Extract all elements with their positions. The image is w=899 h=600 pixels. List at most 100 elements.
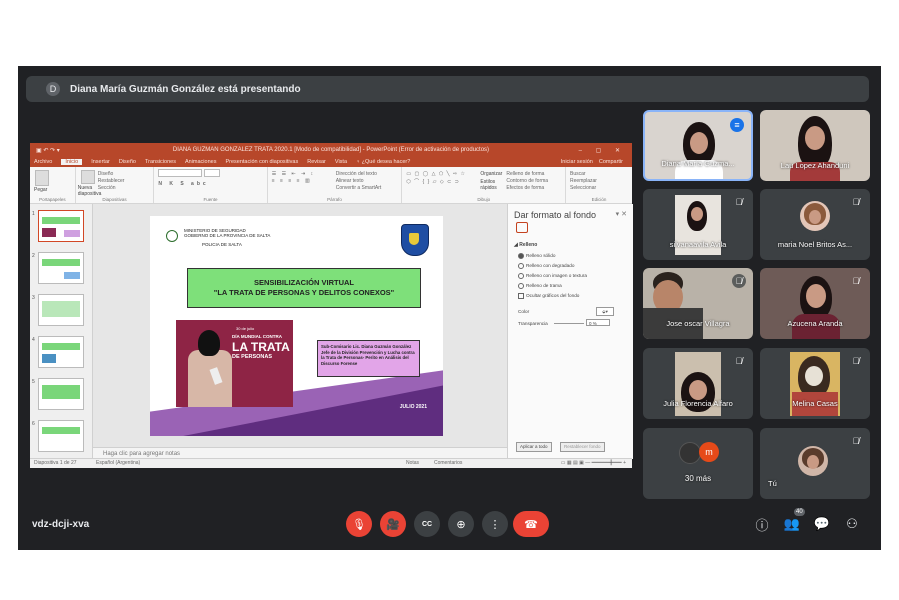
notes-button[interactable]: Notas [406, 459, 419, 468]
more-options-button[interactable]: ⋮ [482, 511, 508, 537]
paste-button[interactable]: Pegar [34, 187, 71, 193]
reset-background-button[interactable]: Restablecer fondo [560, 442, 605, 452]
transparency-input[interactable]: 0 % [586, 319, 610, 326]
participant-face [809, 210, 821, 224]
window-controls[interactable]: – ▢ ✕ [579, 147, 626, 154]
tab-presentacion[interactable]: Presentación con diapositivas [225, 159, 298, 165]
participant-avatar [679, 442, 701, 464]
sign-in-link[interactable]: Iniciar sesión [561, 159, 593, 165]
talking-indicator-icon: ≡ [730, 118, 744, 132]
tab-diseno[interactable]: Diseño [119, 159, 136, 165]
participant-tile[interactable]: 🎙̸ Melina Casas [760, 348, 870, 419]
leave-call-button[interactable]: ☎ [513, 511, 549, 537]
font-format-buttons[interactable]: N K S abc [158, 181, 262, 187]
quick-styles-button[interactable]: Estilos rápidos [480, 179, 496, 191]
meeting-code[interactable]: vdz-dcji-xva [32, 519, 89, 530]
slide-thumbnail[interactable]: 2 [32, 252, 84, 284]
text-direction-button[interactable]: Dirección del texto [336, 171, 382, 177]
checkbox-icon[interactable] [518, 293, 524, 299]
smartart-button[interactable]: Convertir a SmartArt [336, 185, 382, 191]
new-slide-icon[interactable] [80, 170, 95, 184]
organize-button[interactable]: Organizar [480, 171, 502, 177]
mic-off-button[interactable]: 🎙 [346, 511, 372, 537]
view-zoom-controls[interactable]: ▭ ▦ ▤ ▣ — ━━━━━━╋━━━ + [561, 459, 626, 468]
font-name-box[interactable] [158, 169, 203, 177]
replace-button[interactable]: Reemplazar [570, 178, 628, 184]
reset-button[interactable]: Restablecer [98, 178, 125, 184]
find-button[interactable]: Buscar [570, 171, 628, 177]
option-solid-fill[interactable]: Relleno sólido [518, 253, 555, 259]
chat-button[interactable]: 💬 [814, 516, 830, 532]
language-indicator[interactable]: Español (Argentina) [96, 459, 140, 468]
captions-button[interactable]: CC [414, 511, 440, 537]
participant-tile[interactable]: 🎙̸ silvanaavila Avila [643, 189, 753, 260]
paint-bucket-icon[interactable] [516, 222, 528, 233]
layout-button[interactable]: Diseño [98, 171, 125, 177]
participant-face [690, 132, 708, 154]
participant-avatar-initial: m [699, 442, 719, 462]
pane-close-icon[interactable]: ▾ ✕ [616, 210, 627, 218]
pane-title: Dar formato al fondo [514, 210, 597, 220]
option-gradient-fill[interactable]: Relleno con degradado [518, 263, 574, 269]
section-button[interactable]: Sección [98, 185, 125, 191]
option-hide-graphics[interactable]: Ocultar gráficos del fondo [518, 293, 579, 299]
slide-thumbnail[interactable]: 4 [32, 336, 84, 368]
group-label-font: Fuente [203, 197, 218, 202]
presenter-avatar: D [46, 82, 60, 96]
tab-vista[interactable]: Vista [335, 159, 347, 165]
radio-icon[interactable] [518, 283, 524, 289]
tab-transiciones[interactable]: Transiciones [145, 159, 176, 165]
self-tile[interactable]: 🎙̸ Tú [760, 428, 870, 499]
current-slide[interactable]: MINISTERIO DE SEGURIDAD GOBIERNO DE LA P… [150, 216, 443, 436]
tab-insertar[interactable]: Insertar [91, 159, 110, 165]
participant-face [806, 284, 826, 308]
slide-thumbnail[interactable]: 1 [32, 210, 84, 242]
apply-to-all-button[interactable]: Aplicar a todo [516, 442, 552, 452]
camera-off-button[interactable]: 🎥 [380, 511, 406, 537]
transparency-label: Transparencia [518, 321, 548, 326]
tell-me-search[interactable]: ♀ ¿Qué desea hacer? [356, 159, 410, 165]
slide-thumbnail[interactable]: 6 [32, 420, 84, 452]
present-button[interactable]: ⊕ [448, 511, 474, 537]
transparency-slider[interactable] [554, 323, 584, 324]
meeting-info-button[interactable]: ⓘ [754, 516, 770, 533]
people-button[interactable]: 👥 [784, 516, 800, 532]
participant-tile[interactable]: 🎙̸ Jose oscar Villagra [643, 268, 753, 339]
participant-tile[interactable]: 🎙̸ Julia Florencia Alfaro [643, 348, 753, 419]
select-button[interactable]: Seleccionar [570, 185, 628, 191]
slide-thumbnail[interactable]: 3 [32, 294, 84, 326]
comments-button[interactable]: Comentarios [434, 459, 462, 468]
slide-thumbnail[interactable]: 5 [32, 378, 84, 410]
shape-outline-button[interactable]: Contorno de forma [506, 178, 548, 184]
align-text-button[interactable]: Alinear texto [336, 178, 382, 184]
police-text: POLICIA DE SALTA [202, 242, 242, 247]
participant-tile[interactable]: ≡ Diana María Guzma... [643, 110, 753, 181]
tab-animaciones[interactable]: Animaciones [185, 159, 217, 165]
shape-fill-button[interactable]: Relleno de forma [506, 171, 548, 177]
participant-tile[interactable]: 🎙̸ maria Noel Britos As... [760, 189, 870, 260]
more-participants-count: 30 más [684, 474, 712, 483]
activities-button[interactable]: ⚇ [844, 516, 860, 532]
tab-archivo[interactable]: Archivo [34, 159, 52, 165]
fill-section-header[interactable]: ◢ Relleno [514, 242, 537, 248]
radio-selected-icon[interactable] [518, 253, 524, 259]
paste-icon[interactable] [35, 170, 49, 186]
participant-tile[interactable]: 🎙̸ Azucena Aranda [760, 268, 870, 339]
radio-icon[interactable] [518, 273, 524, 279]
shape-effects-button[interactable]: Efectos de forma [506, 185, 548, 191]
option-label: Relleno con imagen o textura [526, 273, 587, 279]
option-picture-fill[interactable]: Relleno con imagen o textura [518, 273, 587, 279]
participant-tile[interactable]: Lau Lopez Ahanduni [760, 110, 870, 181]
color-picker-button[interactable]: ⬙▾ [596, 307, 614, 316]
more-vert-icon: ⋮ [489, 518, 501, 531]
font-size-box[interactable] [203, 169, 220, 177]
new-slide-button[interactable]: Nueva diapositiva [78, 185, 102, 197]
option-pattern-fill[interactable]: Relleno de trama [518, 283, 562, 289]
more-participants-tile[interactable]: m 30 más [643, 428, 753, 499]
government-seal-icon [166, 230, 178, 242]
tab-inicio[interactable]: Inicio [61, 159, 83, 165]
color-label: Color [518, 309, 530, 314]
radio-icon[interactable] [518, 263, 524, 269]
tab-revisar[interactable]: Revisar [307, 159, 326, 165]
share-button[interactable]: Compartir [599, 159, 623, 165]
